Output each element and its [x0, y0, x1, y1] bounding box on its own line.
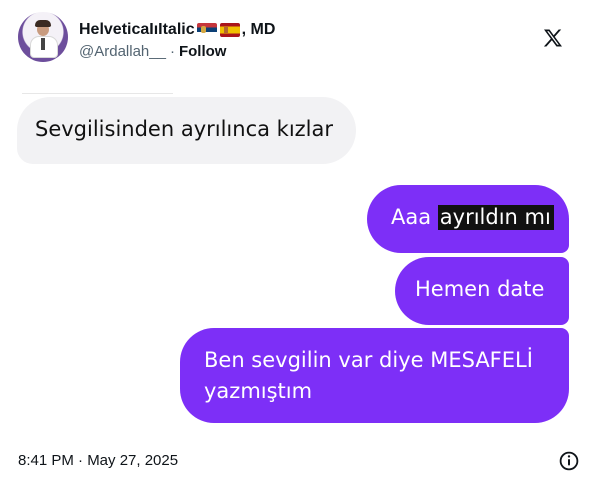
- outgoing-message-1-highlight: ayrıldın mı: [437, 205, 554, 230]
- avatar-hair: [35, 20, 51, 27]
- follow-button[interactable]: Follow: [179, 43, 227, 60]
- author-avatar[interactable]: [18, 12, 68, 62]
- x-logo-icon[interactable]: [541, 27, 565, 51]
- outgoing-message-1: Aaa ayrıldın mı: [367, 185, 569, 253]
- tweet-header: HelveticaIıItalic , MD @Ardallah__ · Fol…: [18, 12, 583, 64]
- outgoing-message-2: Hemen date: [395, 257, 569, 325]
- handle-separator: ·: [169, 42, 175, 60]
- avatar-tie: [41, 38, 45, 50]
- incoming-message: Sevgilisinden ayrılınca kızlar: [17, 97, 356, 164]
- author-handle[interactable]: @Ardallah__: [79, 43, 166, 60]
- author-handle-row: @Ardallah__ · Follow: [79, 41, 226, 61]
- divider-line: [22, 93, 173, 94]
- author-display-name-suffix[interactable]: , MD: [242, 21, 276, 39]
- outgoing-message-3: Ben sevgilin var diye MESAFELİ yazmıştım: [180, 328, 569, 423]
- author-display-name-prefix[interactable]: HelveticaIıItalic: [79, 21, 195, 39]
- author-name-row[interactable]: HelveticaIıItalic , MD: [79, 19, 275, 40]
- outgoing-message-1-prefix: Aaa: [391, 205, 438, 229]
- serbia-flag-icon: [196, 22, 217, 37]
- info-icon[interactable]: [559, 451, 579, 471]
- chat-screenshot: Sevgilisinden ayrılınca kızlar Aaa ayrıl…: [0, 87, 600, 432]
- tweet-footer: 8:41 PM · May 27, 2025: [18, 451, 583, 473]
- tweet-timestamp[interactable]: 8:41 PM · May 27, 2025: [18, 452, 178, 469]
- spain-flag-icon: [219, 22, 240, 37]
